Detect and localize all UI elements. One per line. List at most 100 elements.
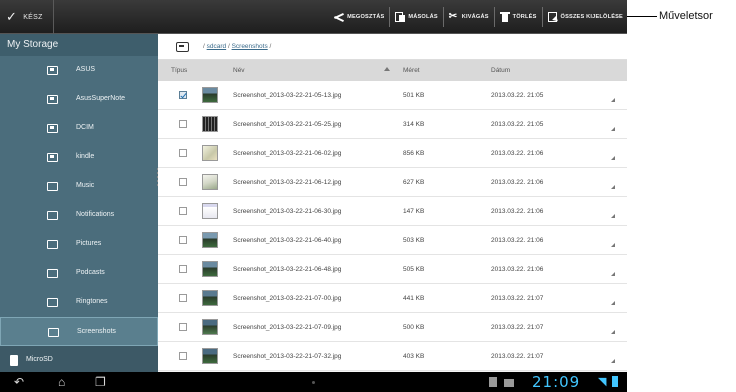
table-row[interactable]: Screenshot_2013-03-22-21-06-02.jpg 856 K… bbox=[158, 139, 627, 168]
usb-folder-icon bbox=[47, 95, 58, 104]
image-thumbnail bbox=[202, 87, 218, 103]
checkmark-icon: ✓ bbox=[6, 9, 18, 24]
sidebar-item-dcim[interactable]: DCIM bbox=[0, 114, 158, 143]
file-size: 856 KB bbox=[403, 150, 425, 157]
row-checkbox[interactable] bbox=[179, 265, 187, 273]
row-checkbox[interactable] bbox=[179, 149, 187, 157]
details-corner-icon[interactable] bbox=[611, 301, 615, 305]
details-corner-icon[interactable] bbox=[611, 359, 615, 363]
done-button[interactable]: ✓ KÉSZ bbox=[6, 0, 54, 34]
table-row[interactable]: Screenshot_2013-03-22-21-05-13.jpg 501 K… bbox=[158, 81, 627, 110]
details-corner-icon[interactable] bbox=[611, 156, 615, 160]
action-bar: ✓ KÉSZ MEGOSZTÁS MÁSOLÁS ✂ KIVÁGÁS TÖRLÉ… bbox=[0, 0, 627, 34]
home-icon[interactable]: ⌂ bbox=[58, 375, 65, 389]
file-name: Screenshot_2013-03-22-21-06-02.jpg bbox=[233, 150, 342, 157]
sidebar-item-podcasts[interactable]: Podcasts bbox=[0, 259, 158, 288]
col-date-header[interactable]: Dátum bbox=[491, 67, 510, 74]
col-size-header[interactable]: Méret bbox=[403, 67, 420, 74]
folder-icon bbox=[47, 182, 58, 191]
folder-icon bbox=[47, 211, 58, 220]
delete-button[interactable]: TÖRLÉS bbox=[495, 7, 543, 27]
table-row[interactable]: Screenshot_2013-03-22-21-07-32.jpg 403 K… bbox=[158, 342, 627, 371]
sidebar-item-kindle[interactable]: kindle bbox=[0, 143, 158, 172]
file-size: 500 KB bbox=[403, 324, 425, 331]
details-corner-icon[interactable] bbox=[611, 214, 615, 218]
details-corner-icon[interactable] bbox=[611, 243, 615, 247]
callout-line bbox=[627, 16, 657, 17]
recent-apps-icon[interactable]: ❐ bbox=[95, 375, 106, 389]
sidebar-item-asus[interactable]: ASUS bbox=[0, 56, 158, 85]
folder-icon bbox=[47, 269, 58, 278]
sidebar-item-label: Podcasts bbox=[76, 269, 105, 276]
sidebar-item-asussupernote[interactable]: AsusSuperNote bbox=[0, 85, 158, 114]
table-row[interactable]: Screenshot_2013-03-22-21-06-30.jpg 147 K… bbox=[158, 197, 627, 226]
image-thumbnail bbox=[202, 348, 218, 364]
file-name: Screenshot_2013-03-22-21-06-40.jpg bbox=[233, 237, 342, 244]
table-row[interactable]: Screenshot_2013-03-22-21-06-12.jpg 627 K… bbox=[158, 168, 627, 197]
col-type-header[interactable]: Típus bbox=[171, 67, 187, 74]
details-corner-icon[interactable] bbox=[611, 330, 615, 334]
row-checkbox[interactable] bbox=[179, 207, 187, 215]
sidebar-item-ringtones[interactable]: Ringtones bbox=[0, 288, 158, 317]
back-icon[interactable]: ↶ bbox=[14, 375, 24, 389]
cut-button[interactable]: ✂ KIVÁGÁS bbox=[444, 7, 495, 27]
table-header: Típus Név Méret Dátum bbox=[158, 60, 627, 81]
cut-icon: ✂ bbox=[448, 11, 458, 22]
sidebar-title[interactable]: My Storage bbox=[0, 34, 158, 56]
sidebar-item-label: ASUS bbox=[76, 66, 96, 73]
row-checkbox[interactable] bbox=[179, 120, 187, 128]
file-name: Screenshot_2013-03-22-21-07-09.jpg bbox=[233, 324, 342, 331]
notification-icon[interactable] bbox=[489, 377, 497, 387]
menu-dot-icon bbox=[312, 381, 315, 384]
cut-label: KIVÁGÁS bbox=[461, 14, 489, 20]
file-size: 403 KB bbox=[403, 353, 425, 360]
details-corner-icon[interactable] bbox=[611, 98, 615, 102]
row-checkbox[interactable] bbox=[179, 352, 187, 360]
file-name: Screenshot_2013-03-22-21-05-25.jpg bbox=[233, 121, 342, 128]
details-corner-icon[interactable] bbox=[611, 127, 615, 131]
image-thumbnail bbox=[202, 145, 218, 161]
details-corner-icon[interactable] bbox=[611, 272, 615, 276]
sidebar-item-microsd[interactable]: MicroSD bbox=[0, 346, 158, 372]
row-checkbox[interactable] bbox=[179, 91, 187, 99]
file-date: 2013.03.22. 21:06 bbox=[491, 266, 544, 273]
copy-button[interactable]: MÁSOLÁS bbox=[390, 7, 444, 27]
row-checkbox[interactable] bbox=[179, 178, 187, 186]
battery-icon bbox=[612, 376, 618, 387]
image-thumbnail bbox=[202, 116, 218, 132]
row-checkbox[interactable] bbox=[179, 323, 187, 331]
sidebar-item-screenshots[interactable]: Screenshots bbox=[0, 317, 158, 346]
file-date: 2013.03.22. 21:05 bbox=[491, 121, 544, 128]
clock[interactable]: 21:09 bbox=[532, 373, 580, 391]
usb-folder-icon bbox=[47, 124, 58, 133]
file-name: Screenshot_2013-03-22-21-06-48.jpg bbox=[233, 266, 342, 273]
sidebar-item-notifications[interactable]: Notifications bbox=[0, 201, 158, 230]
table-row[interactable]: Screenshot_2013-03-22-21-07-00.jpg 441 K… bbox=[158, 284, 627, 313]
table-row[interactable]: Screenshot_2013-03-22-21-07-09.jpg 500 K… bbox=[158, 313, 627, 342]
sidebar-item-label: Screenshots bbox=[77, 328, 116, 335]
folder-up-icon[interactable] bbox=[176, 41, 189, 52]
sidebar-item-pictures[interactable]: Pictures bbox=[0, 230, 158, 259]
breadcrumb-sdcard[interactable]: sdcard bbox=[207, 43, 227, 50]
select-all-label: ÖSSZES KIJELÖLÉSE bbox=[560, 14, 623, 20]
table-row[interactable]: Screenshot_2013-03-22-21-06-40.jpg 503 K… bbox=[158, 226, 627, 255]
file-date: 2013.03.22. 21:05 bbox=[491, 92, 544, 99]
col-name-header[interactable]: Név bbox=[233, 67, 245, 74]
row-checkbox[interactable] bbox=[179, 294, 187, 302]
screenshot-notification-icon[interactable] bbox=[504, 379, 514, 387]
row-checkbox[interactable] bbox=[179, 236, 187, 244]
table-row[interactable]: Screenshot_2013-03-22-21-05-25.jpg 314 K… bbox=[158, 110, 627, 139]
share-button[interactable]: MEGOSZTÁS bbox=[329, 7, 391, 27]
sidebar-item-music[interactable]: Music bbox=[0, 172, 158, 201]
details-corner-icon[interactable] bbox=[611, 185, 615, 189]
breadcrumb-screenshots[interactable]: Screenshots bbox=[232, 43, 268, 50]
select-all-button[interactable]: ÖSSZES KIJELÖLÉSE bbox=[543, 7, 625, 27]
file-date: 2013.03.22. 21:06 bbox=[491, 179, 544, 186]
sidebar-item-label: Pictures bbox=[76, 240, 102, 247]
file-name: Screenshot_2013-03-22-21-05-13.jpg bbox=[233, 92, 342, 99]
action-buttons: MEGOSZTÁS MÁSOLÁS ✂ KIVÁGÁS TÖRLÉS ÖSSZE… bbox=[329, 0, 625, 34]
file-size: 147 KB bbox=[403, 208, 425, 215]
done-label: KÉSZ bbox=[23, 13, 43, 21]
folder-icon bbox=[47, 298, 58, 307]
table-row[interactable]: Screenshot_2013-03-22-21-06-48.jpg 505 K… bbox=[158, 255, 627, 284]
